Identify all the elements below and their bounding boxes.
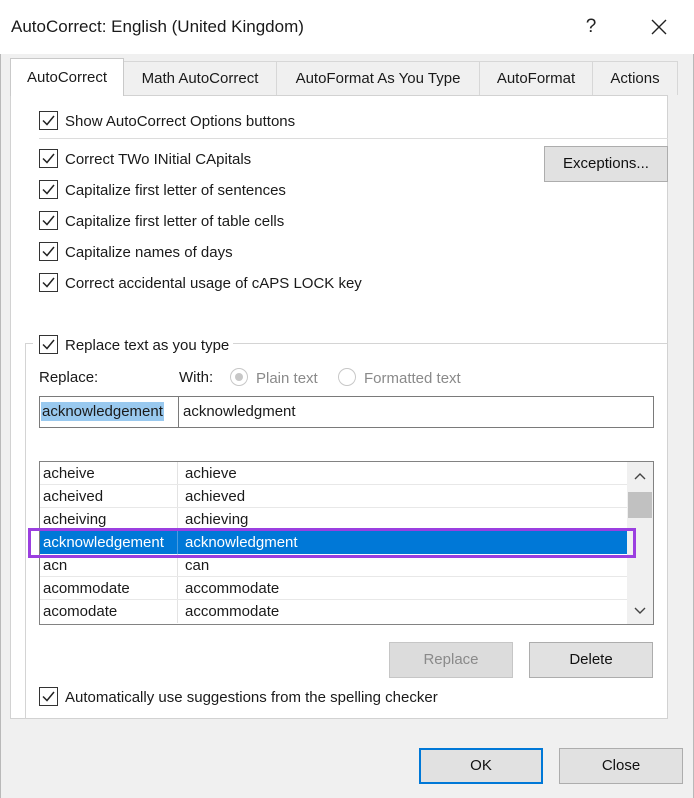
scroll-up-icon[interactable] [628, 466, 652, 486]
replace-button[interactable]: Replace [389, 642, 513, 678]
formatted-text-radio[interactable] [338, 368, 356, 386]
show-options-checkbox[interactable] [39, 111, 58, 130]
entry-replace: acheive [43, 465, 95, 482]
checkmark-icon [42, 215, 55, 226]
ok-button[interactable]: OK [419, 748, 543, 784]
capitalize-table-cells-checkbox[interactable] [39, 211, 58, 230]
selected-row-highlight [28, 528, 636, 558]
tab-actions[interactable]: Actions [592, 61, 678, 95]
with-label: With: [179, 369, 214, 386]
replace-as-you-type-checkbox[interactable] [39, 335, 58, 354]
entry-replace: acheiving [43, 511, 107, 528]
correct-two-initial-checkbox[interactable] [39, 149, 58, 168]
capitalize-sentences-label: Capitalize first letter of sentences [65, 182, 286, 199]
checkmark-icon [42, 339, 55, 350]
capitalize-table-cells-label: Capitalize first letter of table cells [65, 213, 285, 230]
tab-math-autocorrect[interactable]: Math AutoCorrect [123, 61, 277, 95]
plain-text-radio[interactable] [230, 368, 248, 386]
help-button[interactable]: ? [572, 12, 610, 42]
entry-replace: acommodate [43, 580, 130, 597]
title-bar: AutoCorrect: English (United Kingdom) ? [0, 0, 694, 54]
tab-autoformat[interactable]: AutoFormat [479, 61, 593, 95]
checkmark-icon [42, 277, 55, 288]
list-item[interactable]: acheive achieve [40, 462, 627, 485]
entry-with: achieving [185, 511, 249, 528]
replace-label: Replace: [39, 369, 99, 386]
checkmark-icon [42, 115, 55, 126]
separator [39, 138, 668, 139]
entry-with: accommodate [185, 580, 280, 597]
use-suggestions-checkbox[interactable] [39, 687, 58, 706]
list-item[interactable]: acommodate accommodate [40, 577, 627, 600]
exceptions-button[interactable]: Exceptions... [544, 146, 668, 182]
checkmark-icon [42, 246, 55, 257]
plain-text-label: Plain text [256, 370, 318, 387]
capitalize-days-checkbox[interactable] [39, 242, 58, 261]
close-button[interactable]: Close [559, 748, 683, 784]
entry-replace: acheived [43, 488, 104, 505]
list-item[interactable]: acheived achieved [40, 485, 627, 508]
formatted-text-label: Formatted text [364, 370, 461, 387]
window-title: AutoCorrect: English (United Kingdom) [11, 17, 304, 36]
scroll-down-icon[interactable] [628, 601, 652, 621]
capitalize-sentences-checkbox[interactable] [39, 180, 58, 199]
entry-with: achieved [185, 488, 246, 505]
replace-input-selected-text: acknowledgement [41, 402, 164, 421]
capitalize-days-label: Capitalize names of days [65, 244, 233, 261]
with-input[interactable]: acknowledgment [178, 396, 654, 428]
correct-two-initial-label: Correct TWo INitial CApitals [65, 151, 252, 168]
replace-as-you-type-label: Replace text as you type [65, 337, 230, 354]
tab-autoformat-as-you-type[interactable]: AutoFormat As You Type [276, 61, 480, 95]
entry-replace: acn [43, 557, 68, 574]
list-item[interactable]: acomodate accommodate [40, 600, 627, 623]
scroll-thumb[interactable] [628, 492, 652, 518]
delete-button[interactable]: Delete [529, 642, 653, 678]
checkmark-icon [42, 153, 55, 164]
entry-replace: acomodate [43, 603, 118, 620]
entry-with: can [185, 557, 210, 574]
show-options-label: Show AutoCorrect Options buttons [65, 113, 296, 130]
checkmark-icon [42, 691, 55, 702]
caps-lock-label: Correct accidental usage of cAPS LOCK ke… [65, 275, 362, 292]
entry-with: accommodate [185, 603, 280, 620]
tab-autocorrect[interactable]: AutoCorrect [10, 58, 124, 96]
replace-input[interactable]: acknowledgement [39, 396, 179, 428]
with-input-value: acknowledgment [183, 403, 296, 420]
entry-with: achieve [185, 465, 237, 482]
close-icon[interactable] [640, 12, 678, 42]
use-suggestions-label: Automatically use suggestions from the s… [65, 689, 438, 706]
checkmark-icon [42, 184, 55, 195]
caps-lock-checkbox[interactable] [39, 273, 58, 292]
